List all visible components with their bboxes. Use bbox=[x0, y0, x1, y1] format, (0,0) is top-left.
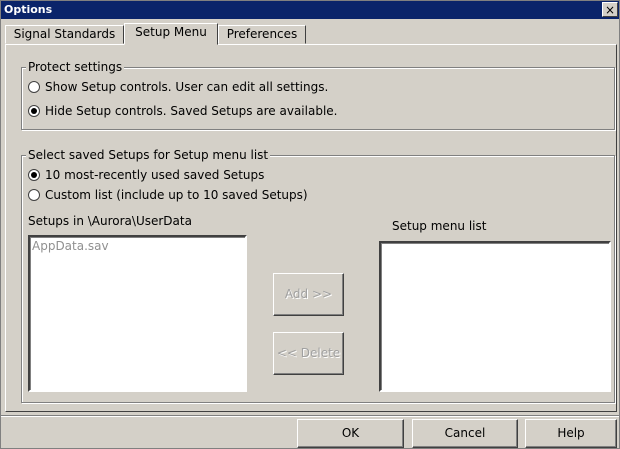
setup-menu-listbox[interactable] bbox=[379, 241, 611, 392]
cancel-button[interactable]: Cancel bbox=[412, 419, 518, 448]
add-button[interactable]: Add >> bbox=[273, 273, 344, 316]
tab-label: Signal Standards bbox=[13, 27, 116, 41]
delete-button-label: << Delete bbox=[276, 346, 341, 360]
hide-setup-controls-label: Hide Setup controls. Saved Setups are av… bbox=[45, 104, 338, 118]
window-title: Options bbox=[4, 3, 53, 16]
close-button[interactable]: × bbox=[602, 2, 618, 17]
show-setup-controls-label: Show Setup controls. User can edit all s… bbox=[45, 80, 329, 94]
recent-setups-label: 10 most-recently used saved Setups bbox=[45, 168, 265, 182]
tab-preferences[interactable]: Preferences bbox=[218, 25, 306, 44]
add-button-label: Add >> bbox=[284, 287, 333, 301]
tab-setup-menu[interactable]: Setup Menu bbox=[124, 23, 218, 45]
custom-list-radio[interactable] bbox=[28, 189, 40, 201]
list-item[interactable]: AppData.sav bbox=[32, 239, 109, 253]
help-button[interactable]: Help bbox=[525, 419, 617, 448]
setups-listbox[interactable]: AppData.sav bbox=[28, 235, 247, 392]
custom-list-label: Custom list (include up to 10 saved Setu… bbox=[45, 188, 308, 202]
show-setup-controls-radio[interactable] bbox=[28, 81, 40, 93]
help-button-label: Help bbox=[557, 426, 585, 440]
ok-button[interactable]: OK bbox=[297, 419, 404, 448]
setups-folder-label: Setups in \Aurora\UserData bbox=[28, 214, 192, 228]
close-icon: × bbox=[604, 3, 616, 17]
tab-label: Setup Menu bbox=[135, 25, 207, 39]
setup-menu-panel: Protect settings Show Setup controls. Us… bbox=[5, 44, 617, 412]
tab-signal-standards[interactable]: Signal Standards bbox=[5, 25, 124, 44]
setup-menu-list-label: Setup menu list bbox=[392, 219, 487, 233]
cancel-button-label: Cancel bbox=[444, 426, 486, 440]
delete-button[interactable]: << Delete bbox=[273, 332, 344, 375]
footer-separator bbox=[1, 415, 619, 417]
recent-setups-radio[interactable] bbox=[28, 169, 40, 181]
saved-setups-group: Select saved Setups for Setup menu list … bbox=[21, 148, 615, 403]
title-bar[interactable]: Options × bbox=[1, 1, 619, 19]
options-dialog: Options × Signal Standards Setup Menu Pr… bbox=[0, 0, 620, 449]
tab-label: Preferences bbox=[226, 27, 298, 41]
hide-setup-controls-radio[interactable] bbox=[28, 105, 40, 117]
protect-settings-label: Protect settings bbox=[26, 60, 125, 74]
ok-button-label: OK bbox=[341, 426, 360, 440]
protect-settings-group: Protect settings Show Setup controls. Us… bbox=[21, 60, 615, 130]
saved-setups-label: Select saved Setups for Setup menu list bbox=[26, 148, 271, 162]
